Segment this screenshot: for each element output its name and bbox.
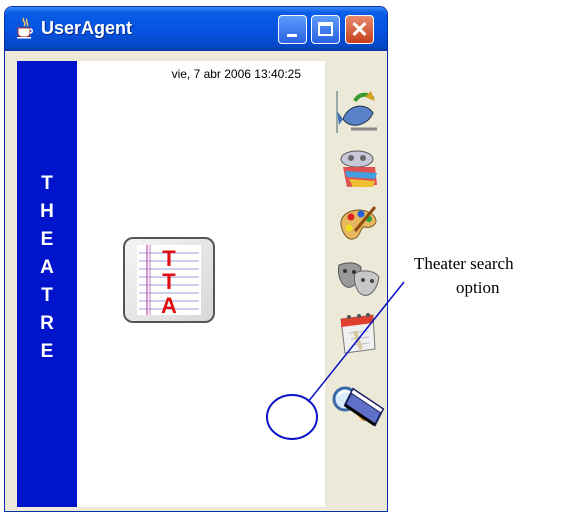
- annotation-label-line1: Theater search: [414, 254, 514, 273]
- annotation-callout-line: [307, 281, 405, 403]
- annotation-label-line2: option: [456, 278, 500, 297]
- annotation-ellipse: [266, 394, 318, 440]
